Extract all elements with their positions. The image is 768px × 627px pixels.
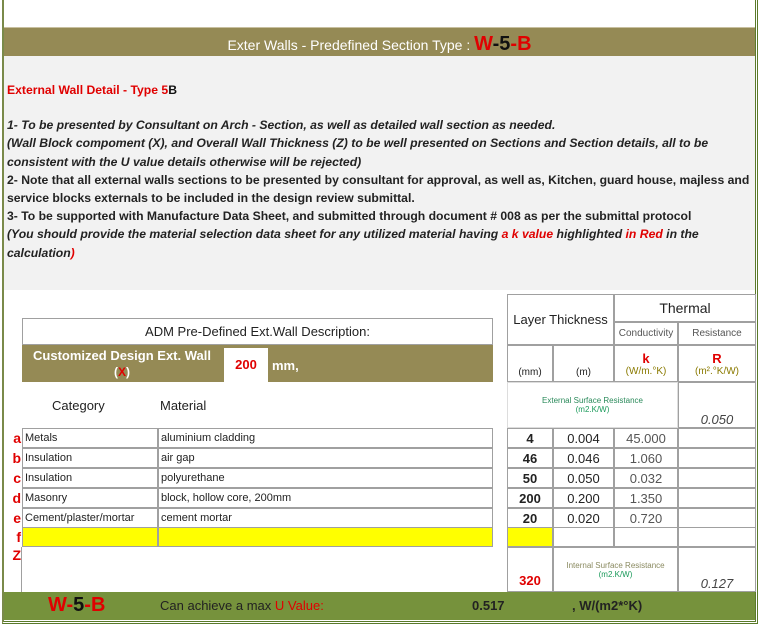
resistance-header: Resistance xyxy=(678,322,756,345)
thickness-mm-cell[interactable]: 200 xyxy=(507,488,553,508)
category-input-f[interactable] xyxy=(22,527,158,547)
material-cell[interactable]: air gap xyxy=(158,448,493,468)
layer-thickness-header: Layer Thickness xyxy=(507,294,614,345)
r-header: R (m².°K/W) xyxy=(678,345,756,382)
category-cell[interactable]: Masonry xyxy=(22,488,158,508)
conductivity-cell: 0.720 xyxy=(614,508,678,528)
customized-wall-label: Customized Design Ext. Wall (X) xyxy=(33,348,211,379)
resistance-cell xyxy=(678,468,756,488)
section-header: Exter Walls - Predefined Section Type : … xyxy=(4,27,755,56)
resistance-f xyxy=(678,527,756,547)
header-title: Exter Walls - Predefined Section Type : xyxy=(227,37,471,53)
conductivity-cell: 45.000 xyxy=(614,428,678,448)
footer-type-code: W-5-B xyxy=(48,594,106,616)
thickness-mm-cell[interactable]: 50 xyxy=(507,468,553,488)
row-letter: c xyxy=(13,470,21,486)
total-thickness: 320 xyxy=(507,547,553,592)
category-header: Category xyxy=(52,398,105,413)
material-cell[interactable]: aluminium cladding xyxy=(158,428,493,448)
divider xyxy=(21,547,22,592)
note-3b: (You should provide the material selecti… xyxy=(7,227,699,260)
note-2: 2- Note that all external walls sections… xyxy=(7,172,750,206)
adm-description-title: ADM Pre-Defined Ext.Wall Description: xyxy=(22,318,493,345)
resistance-cell xyxy=(678,448,756,468)
thickness-mm-cell[interactable]: 20 xyxy=(507,508,553,528)
note-3: 3- To be supported with Manufacture Data… xyxy=(7,209,692,224)
resistance-cell xyxy=(678,428,756,448)
category-cell[interactable]: Insulation xyxy=(22,468,158,488)
internal-surface-resistance-value: 0.127 xyxy=(678,547,756,592)
wall-block-thickness-input[interactable]: 200 xyxy=(224,348,268,382)
material-cell[interactable]: polyurethane xyxy=(158,468,493,488)
conductivity-cell: 0.032 xyxy=(614,468,678,488)
material-header: Material xyxy=(160,398,207,413)
wall-detail-subtitle: External Wall Detail - Type 5B xyxy=(7,83,178,97)
row-letter: d xyxy=(12,490,21,506)
category-cell[interactable]: Insulation xyxy=(22,448,158,468)
note-1b: (Wall Block compoment (X), and Overall W… xyxy=(7,136,709,169)
resistance-cell xyxy=(678,508,756,528)
wall-thickness-unit: mm, xyxy=(272,358,299,373)
external-surface-resistance-label: External Surface Resistance (m2.K/W) xyxy=(507,382,678,428)
u-value-label: Can achieve a max U Value: xyxy=(160,598,324,613)
material-cell[interactable]: block, hollow core, 200mm xyxy=(158,488,493,508)
notes-panel: External Wall Detail - Type 5B 1- To be … xyxy=(4,56,755,290)
thickness-input-f[interactable] xyxy=(507,527,553,547)
row-letter: a xyxy=(13,430,21,446)
thickness-mm-cell[interactable]: 4 xyxy=(507,428,553,448)
row-letter: e xyxy=(13,510,21,526)
conductivity-cell: 1.060 xyxy=(614,448,678,468)
material-cell[interactable]: cement mortar xyxy=(158,508,493,528)
header-type-code: W-5-B xyxy=(474,33,532,55)
internal-surface-resistance-label: Internal Surface Resistance (m2.K/W) xyxy=(553,547,678,592)
note-1: 1- To be presented by Consultant on Arch… xyxy=(7,118,556,133)
u-value: 0.517 xyxy=(472,598,505,613)
thickness-m-cell: 0.020 xyxy=(553,508,614,528)
unit-mm: (mm) xyxy=(507,345,553,382)
resistance-cell xyxy=(678,488,756,508)
unit-m: (m) xyxy=(553,345,614,382)
conductivity-f xyxy=(614,527,678,547)
category-cell[interactable]: Metals xyxy=(22,428,158,448)
thickness-mm-cell[interactable]: 46 xyxy=(507,448,553,468)
row-letter-z: Z xyxy=(12,547,21,563)
row-letter: b xyxy=(12,450,21,466)
thickness-m-cell: 0.046 xyxy=(553,448,614,468)
material-input-f[interactable] xyxy=(158,527,493,547)
row-letter-f: f xyxy=(16,529,21,545)
category-cell[interactable]: Cement/plaster/mortar xyxy=(22,508,158,528)
thermal-header: Thermal xyxy=(614,294,756,322)
u-value-unit: , W/(m2*°K) xyxy=(572,598,643,613)
k-header: k (W/m.°K) xyxy=(614,345,678,382)
external-surface-resistance-value: 0.050 xyxy=(678,382,756,428)
conductivity-header: Conductivity xyxy=(614,322,678,345)
thickness-m-f xyxy=(553,527,614,547)
conductivity-cell: 1.350 xyxy=(614,488,678,508)
u-value-footer: W-5-B Can achieve a max U Value: 0.517 ,… xyxy=(4,592,755,620)
thickness-m-cell: 0.200 xyxy=(553,488,614,508)
thickness-m-cell: 0.004 xyxy=(553,428,614,448)
thickness-m-cell: 0.050 xyxy=(553,468,614,488)
